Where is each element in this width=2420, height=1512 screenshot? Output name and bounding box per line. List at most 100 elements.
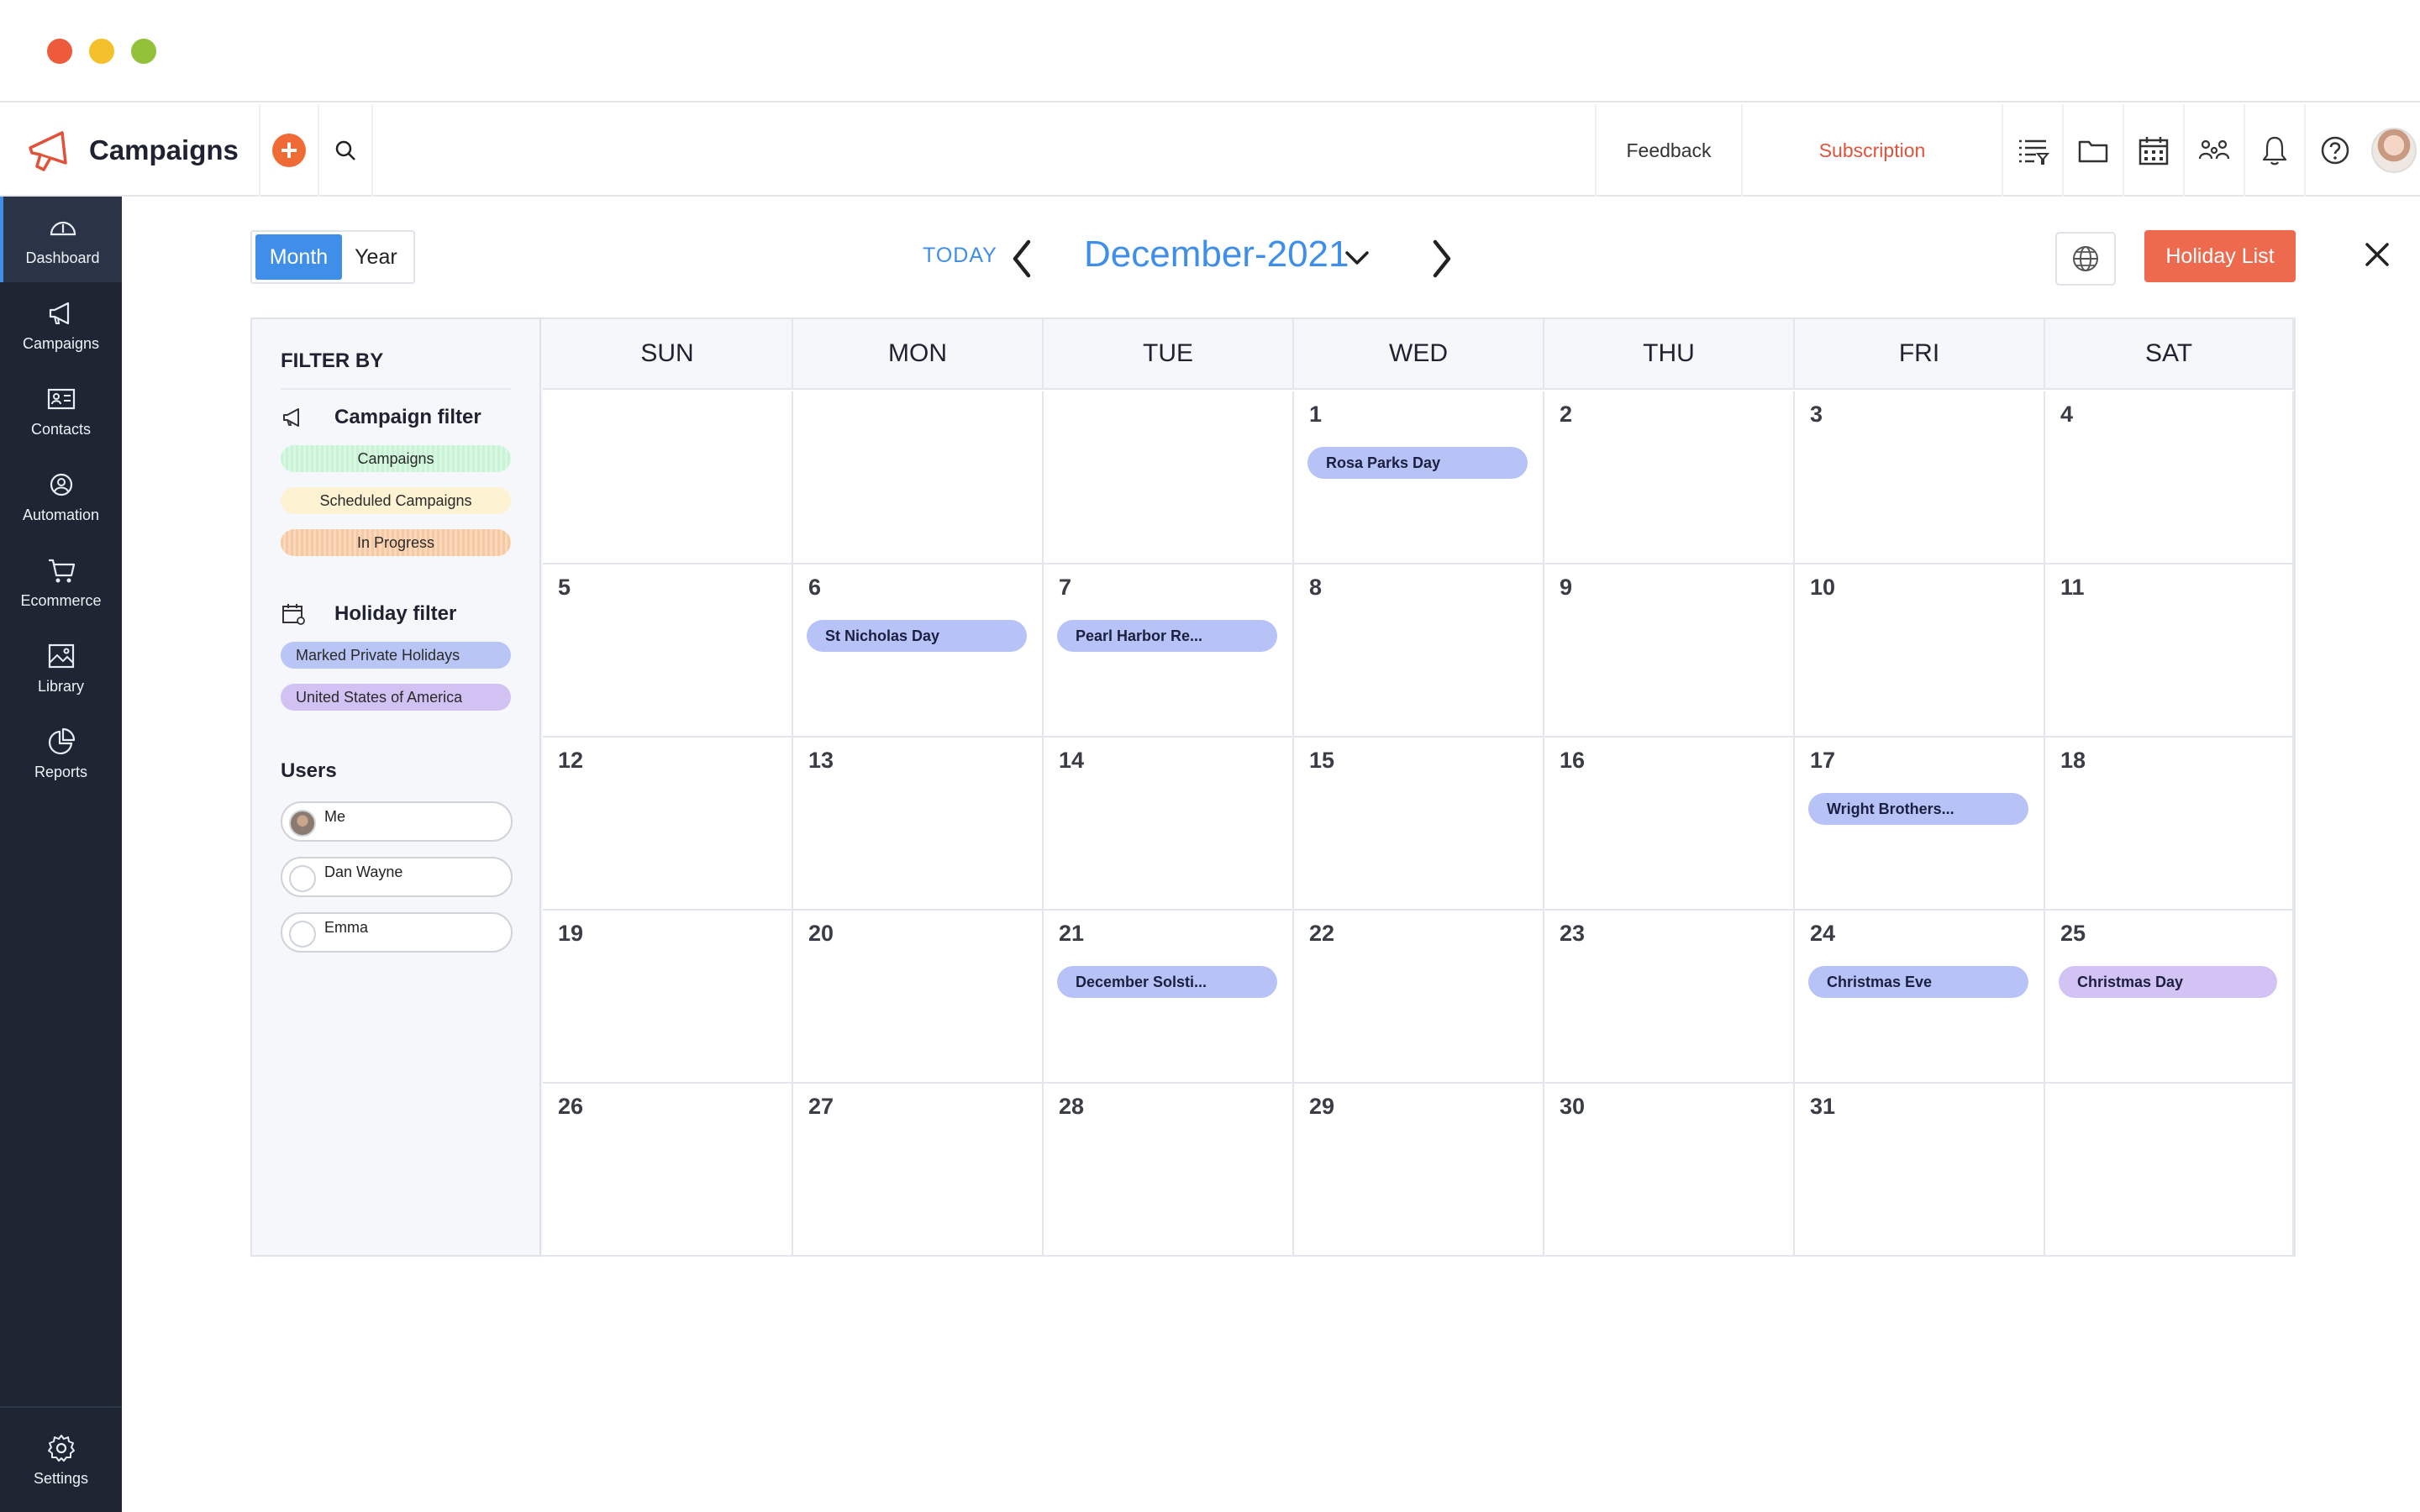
sidebar-item-reports[interactable]: Reports xyxy=(0,711,122,796)
day-number: 3 xyxy=(1810,402,1823,427)
weekday-header: TUE xyxy=(1044,319,1294,390)
day-cell[interactable]: 7 Pearl Harbor Re... xyxy=(1044,564,1294,738)
day-number: 29 xyxy=(1309,1094,1335,1119)
month-title[interactable]: December-2021 xyxy=(1084,234,1349,276)
subscription-link[interactable]: Subscription xyxy=(1741,104,2002,197)
scheduled-campaigns-chip[interactable]: Scheduled Campaigns xyxy=(281,487,511,514)
empty-day-cell[interactable] xyxy=(1044,391,1294,564)
team-button[interactable] xyxy=(2183,104,2244,197)
sidebar-item-settings[interactable]: Settings xyxy=(0,1406,122,1512)
day-cell[interactable]: 13 xyxy=(793,738,1044,911)
day-cell[interactable]: 23 xyxy=(1544,911,1795,1084)
day-cell[interactable]: 1 Rosa Parks Day xyxy=(1294,391,1544,564)
list-filter-button[interactable] xyxy=(2002,104,2062,197)
avatar xyxy=(289,921,316,948)
close-icon[interactable] xyxy=(2360,237,2395,272)
add-button[interactable]: + xyxy=(260,104,319,197)
year-view-button[interactable]: Year xyxy=(342,234,410,280)
holiday-event[interactable]: Rosa Parks Day xyxy=(1307,447,1528,479)
day-cell[interactable]: 12 xyxy=(543,738,793,911)
month-view-button[interactable]: Month xyxy=(255,234,342,280)
user-filter-emma[interactable]: Emma xyxy=(281,912,513,953)
day-cell[interactable]: 24 Christmas Eve xyxy=(1795,911,2045,1084)
empty-day-cell[interactable] xyxy=(793,391,1044,564)
day-cell[interactable]: 3 xyxy=(1795,391,2045,564)
holiday-event[interactable]: Wright Brothers... xyxy=(1808,793,2028,825)
day-cell[interactable]: 9 xyxy=(1544,564,1795,738)
private-holidays-chip[interactable]: Marked Private Holidays xyxy=(281,642,511,669)
day-number: 9 xyxy=(1560,575,1573,600)
calendar-button[interactable] xyxy=(2123,104,2183,197)
holiday-event[interactable]: St Nicholas Day xyxy=(807,620,1027,652)
calendar-icon xyxy=(2139,137,2169,165)
day-cell[interactable]: 25 Christmas Day xyxy=(2045,911,2294,1084)
bell-icon xyxy=(2262,136,2287,165)
window-minimize-dot[interactable] xyxy=(89,39,114,64)
day-number: 11 xyxy=(2060,575,2085,600)
day-cell[interactable]: 10 xyxy=(1795,564,2045,738)
day-number: 1 xyxy=(1309,402,1323,427)
sidebar-item-library[interactable]: Library xyxy=(0,625,122,711)
previous-month-button[interactable] xyxy=(1005,235,1039,282)
sidebar-item-contacts[interactable]: Contacts xyxy=(0,368,122,454)
day-cell[interactable]: 20 xyxy=(793,911,1044,1084)
chevron-down-icon[interactable] xyxy=(1343,244,1371,272)
globe-icon xyxy=(2073,246,2098,271)
day-cell[interactable]: 29 xyxy=(1294,1084,1544,1257)
divider xyxy=(281,388,511,390)
user-avatar[interactable] xyxy=(2371,128,2417,173)
user-name: Dan Wayne xyxy=(324,864,403,880)
day-cell[interactable]: 17 Wright Brothers... xyxy=(1795,738,2045,911)
day-cell[interactable]: 26 xyxy=(543,1084,793,1257)
sidebar-item-ecommerce[interactable]: Ecommerce xyxy=(0,539,122,625)
day-cell[interactable]: 4 xyxy=(2045,391,2294,564)
day-cell[interactable]: 31 xyxy=(1795,1084,2045,1257)
holiday-event[interactable]: Christmas Day xyxy=(2059,966,2277,998)
sidebar-item-dashboard[interactable]: Dashboard xyxy=(0,197,122,282)
holiday-event[interactable]: December Solsti... xyxy=(1057,966,1277,998)
feedback-link[interactable]: Feedback xyxy=(1595,104,1741,197)
empty-day-cell[interactable] xyxy=(543,391,793,564)
day-cell[interactable]: 22 xyxy=(1294,911,1544,1084)
holiday-event[interactable]: Pearl Harbor Re... xyxy=(1057,620,1277,652)
help-button[interactable] xyxy=(2304,104,2365,197)
day-cell[interactable]: 8 xyxy=(1294,564,1544,738)
day-cell[interactable]: 21 December Solsti... xyxy=(1044,911,1294,1084)
holiday-list-button[interactable]: Holiday List xyxy=(2144,230,2296,282)
user-filter-dan-wayne[interactable]: Dan Wayne xyxy=(281,857,513,897)
brand[interactable]: Campaigns xyxy=(25,104,260,197)
day-cell[interactable]: 11 xyxy=(2045,564,2294,738)
sidebar-item-automation[interactable]: Automation xyxy=(0,454,122,539)
region-button[interactable] xyxy=(2055,232,2116,286)
day-number: 21 xyxy=(1059,921,1085,946)
day-cell[interactable]: 27 xyxy=(793,1084,1044,1257)
day-cell[interactable]: 16 xyxy=(1544,738,1795,911)
empty-day-cell[interactable] xyxy=(2045,1084,2294,1257)
day-cell[interactable]: 30 xyxy=(1544,1084,1795,1257)
avatar xyxy=(289,810,316,837)
window-maximize-dot[interactable] xyxy=(131,39,156,64)
window-close-dot[interactable] xyxy=(47,39,72,64)
next-month-button[interactable] xyxy=(1425,235,1459,282)
folder-button[interactable] xyxy=(2062,104,2123,197)
automation-icon xyxy=(50,473,72,496)
holiday-event[interactable]: Christmas Eve xyxy=(1808,966,2028,998)
day-cell[interactable]: 19 xyxy=(543,911,793,1084)
day-cell[interactable]: 15 xyxy=(1294,738,1544,911)
users-title: Users xyxy=(281,759,337,782)
sidebar-item-campaigns[interactable]: Campaigns xyxy=(0,282,122,368)
day-cell[interactable]: 5 xyxy=(543,564,793,738)
day-cell[interactable]: 14 xyxy=(1044,738,1294,911)
day-cell[interactable]: 18 xyxy=(2045,738,2294,911)
notifications-button[interactable] xyxy=(2244,104,2304,197)
today-button[interactable]: TODAY xyxy=(923,244,997,268)
usa-holidays-chip[interactable]: United States of America xyxy=(281,684,511,711)
day-cell[interactable]: 2 xyxy=(1544,391,1795,564)
user-filter-me[interactable]: Me xyxy=(281,801,513,842)
campaigns-chip[interactable]: Campaigns xyxy=(281,445,511,472)
day-cell[interactable]: 6 St Nicholas Day xyxy=(793,564,1044,738)
holiday-filter-header: Holiday filter xyxy=(281,601,456,627)
search-button[interactable] xyxy=(319,104,373,197)
day-cell[interactable]: 28 xyxy=(1044,1084,1294,1257)
in-progress-chip[interactable]: In Progress xyxy=(281,529,511,556)
